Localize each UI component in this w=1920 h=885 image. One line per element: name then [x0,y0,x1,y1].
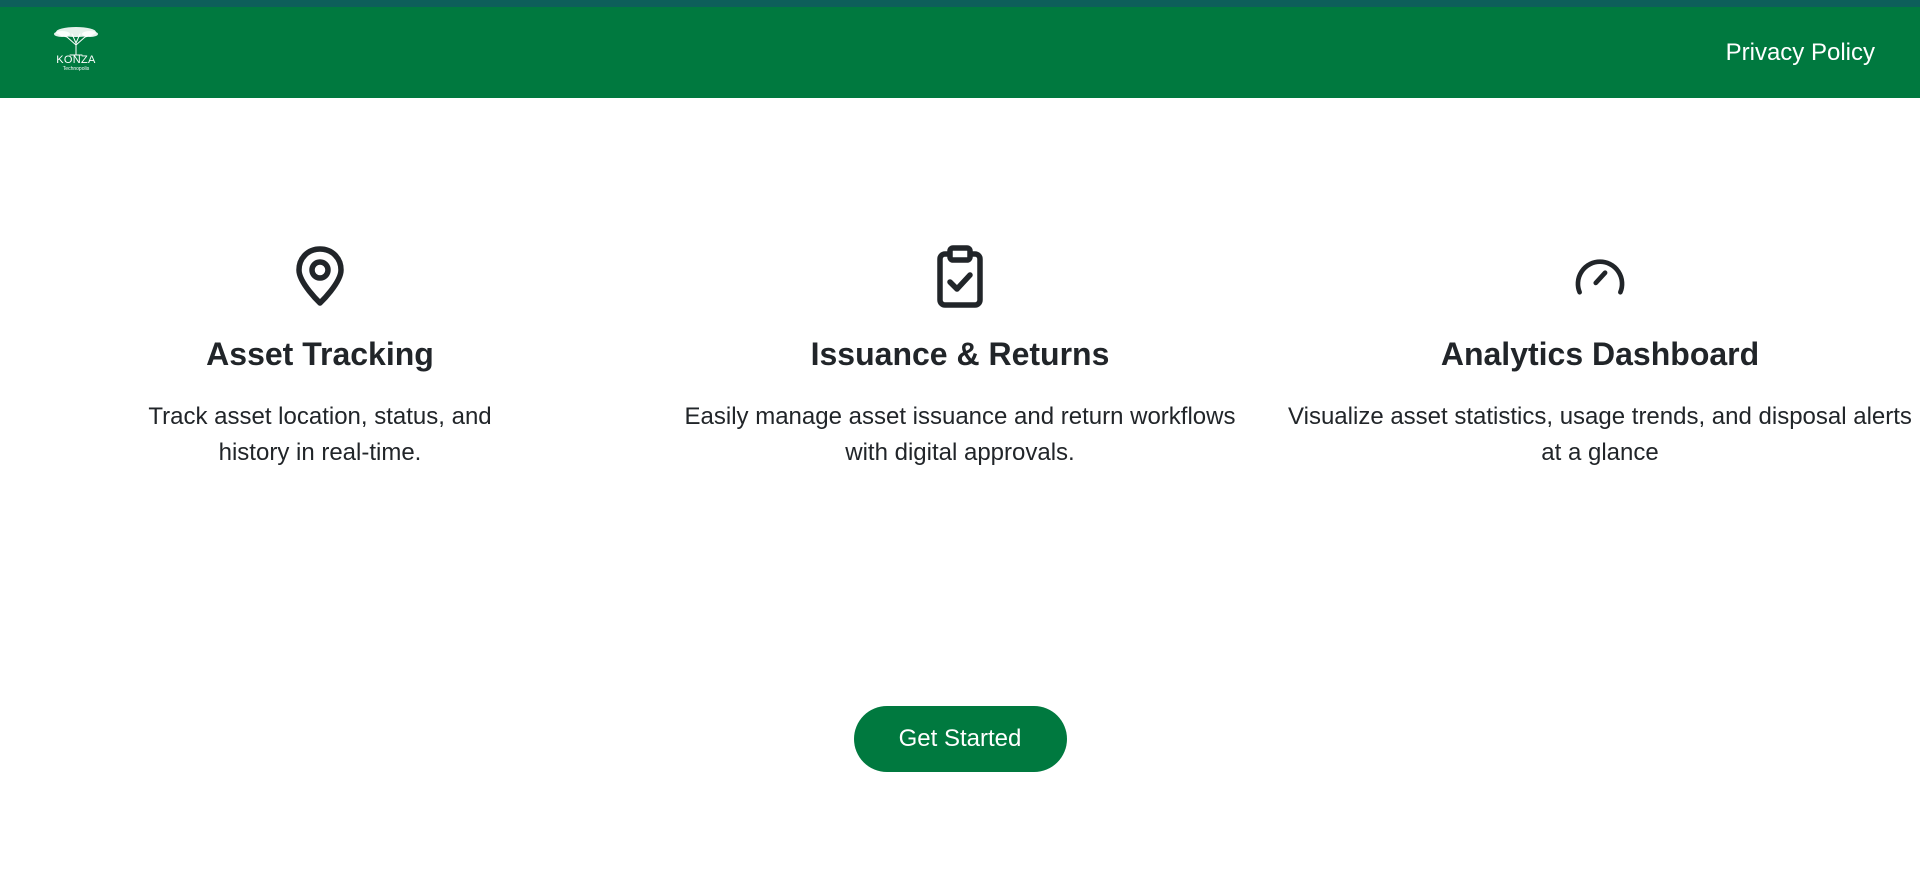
feature-title: Asset Tracking [206,336,434,372]
features-section: Asset Tracking Track asset location, sta… [0,245,1920,471]
feature-description: Track asset location, status, and histor… [148,403,492,466]
tree-icon [54,26,98,55]
konza-logo[interactable]: KONZA Technopolis [49,26,103,80]
navbar: KONZA Technopolis Privacy Policy [0,7,1920,98]
speedometer-icon [1572,245,1628,309]
feature-description: Visualize asset statistics, usage trends… [1288,403,1912,466]
feature-asset-tracking: Asset Tracking Track asset location, sta… [0,245,640,471]
feature-title: Issuance & Returns [810,336,1110,372]
feature-title: Analytics Dashboard [1440,336,1760,372]
clipboard-check-icon [932,245,988,309]
feature-description: Easily manage asset issuance and return … [684,403,1236,466]
get-started-button[interactable]: Get Started [853,706,1067,772]
privacy-policy-link[interactable]: Privacy Policy [1726,39,1875,67]
feature-issuance-returns: Issuance & Returns Easily manage asset i… [640,245,1280,471]
cta-container: Get Started [0,706,1920,772]
logo-text: KONZA [56,53,96,66]
map-pin-icon [292,245,348,309]
main-content: Asset Tracking Track asset location, sta… [0,245,1920,772]
feature-analytics-dashboard: Analytics Dashboard Visualize asset stat… [1280,245,1920,471]
top-strip [0,0,1920,7]
logo-subtext: Technopolis [62,65,90,72]
